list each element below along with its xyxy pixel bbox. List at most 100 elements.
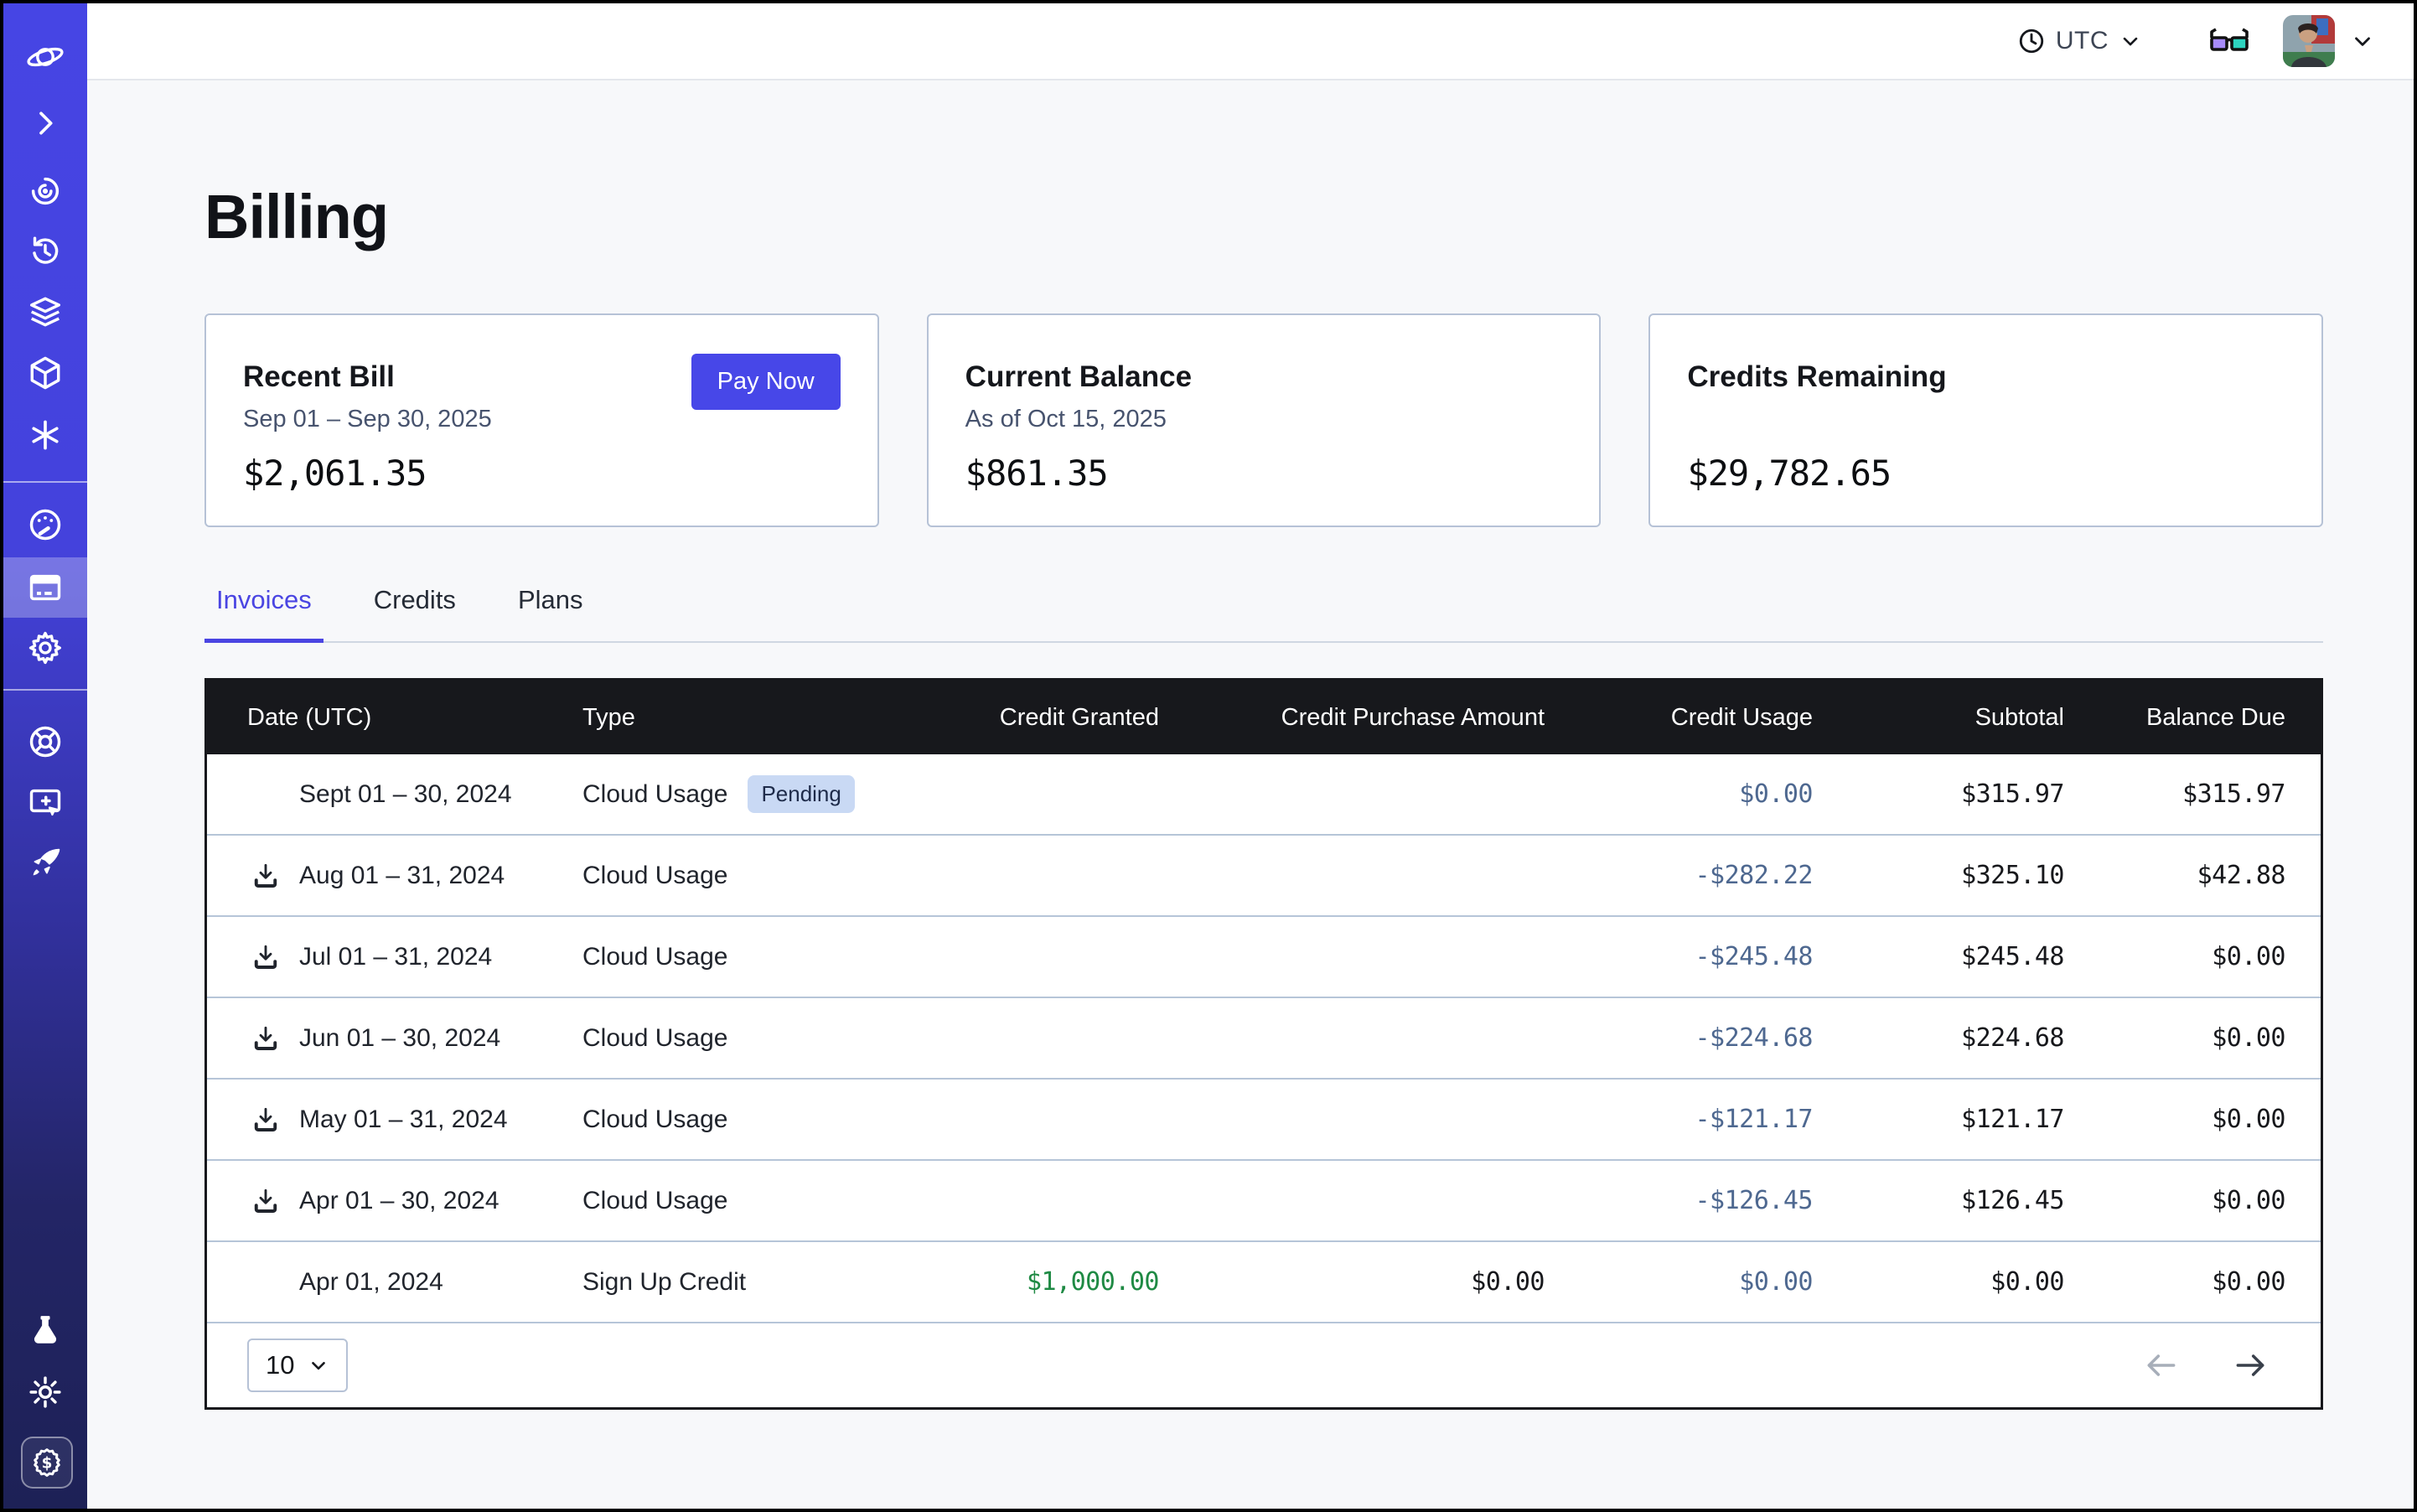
download-invoice-button[interactable] — [251, 1105, 281, 1135]
card-subtitle: Sep 01 – Sep 30, 2025 — [243, 406, 492, 433]
col-header-date: Date (UTC) — [247, 704, 582, 732]
prev-page-button[interactable] — [2143, 1347, 2180, 1384]
col-header-type: Type — [582, 704, 891, 732]
table-row[interactable]: Apr 01, 2024 Sign Up Credit $1,000.00 $0… — [207, 1240, 2321, 1322]
sidebar-item-support[interactable] — [3, 722, 87, 761]
invoice-type: Cloud Usage — [582, 943, 727, 971]
page-size-value: 10 — [266, 1350, 294, 1380]
balance-due-value: $0.00 — [2064, 1267, 2285, 1297]
col-header-credit-usage: Credit Usage — [1545, 704, 1813, 732]
pay-now-button[interactable]: Pay Now — [691, 354, 841, 410]
sidebar-item-settings[interactable] — [3, 629, 87, 667]
sidebar-item-asterisk[interactable] — [3, 416, 87, 454]
table-row[interactable]: May 01 – 31, 2024 Cloud Usage -$121.17 $… — [207, 1078, 2321, 1159]
sidebar-item-billing[interactable] — [3, 568, 87, 607]
billing-tabs: Invoices Credits Plans — [204, 580, 2323, 643]
col-header-credit-purchase: Credit Purchase Amount — [1159, 704, 1545, 732]
sidebar-item-cube[interactable] — [3, 354, 87, 392]
lifebuoy-icon — [26, 722, 65, 761]
card-subtitle: As of Oct 15, 2025 — [965, 406, 1167, 433]
sidebar-item-history[interactable] — [3, 232, 87, 271]
summary-cards: Recent Bill Sep 01 – Sep 30, 2025 $2,061… — [204, 313, 2323, 527]
invoices-table: Date (UTC) Type Credit Granted Credit Pu… — [204, 678, 2323, 1410]
subtotal-value: $126.45 — [1813, 1186, 2064, 1215]
screen-plus-icon — [26, 783, 65, 821]
glasses-icon — [2207, 27, 2251, 55]
card-title: Recent Bill — [243, 360, 395, 394]
sidebar-item-layers[interactable] — [3, 293, 87, 331]
credit-usage-value: -$282.22 — [1545, 861, 1813, 890]
tab-plans[interactable]: Plans — [506, 580, 595, 643]
subtotal-value: $0.00 — [1813, 1267, 2064, 1297]
balance-due-value: $42.88 — [2064, 861, 2285, 890]
download-slot — [247, 1023, 299, 1054]
galaxy-icon — [26, 172, 65, 210]
account-menu-button[interactable] — [2350, 28, 2375, 54]
table-row[interactable]: Apr 01 – 30, 2024 Cloud Usage -$126.45 $… — [207, 1159, 2321, 1240]
rocket-icon — [26, 844, 65, 883]
download-invoice-button[interactable] — [251, 861, 281, 891]
next-page-button[interactable] — [2232, 1347, 2269, 1384]
page-title: Billing — [204, 181, 388, 252]
invoice-type: Cloud Usage — [582, 1187, 727, 1215]
avatar[interactable] — [2283, 15, 2335, 67]
sidebar-item-usage[interactable] — [3, 505, 87, 544]
col-header-credit-granted: Credit Granted — [891, 704, 1159, 732]
sidebar-item-credits[interactable]: $ — [21, 1437, 73, 1489]
sidebar-item-logo[interactable] — [3, 38, 87, 76]
page-size-select[interactable]: 10 — [247, 1339, 348, 1392]
avatar-photo — [2283, 15, 2335, 67]
settings-gear-icon — [26, 629, 65, 667]
sidebar-item-labs[interactable] — [3, 1311, 87, 1349]
download-icon — [251, 1023, 281, 1054]
balance-due-value: $315.97 — [2064, 779, 2285, 809]
timezone-dropdown[interactable]: UTC — [2017, 27, 2142, 55]
sidebar-divider — [3, 689, 87, 691]
table-row[interactable]: Sept 01 – 30, 2024 Cloud Usage Pending $… — [207, 754, 2321, 834]
sidebar-item-theme[interactable] — [3, 1373, 87, 1411]
credit-granted-value: $1,000.00 — [891, 1267, 1159, 1297]
download-icon — [251, 942, 281, 972]
invoice-date: Apr 01, 2024 — [299, 1268, 443, 1297]
topbar: UTC — [87, 3, 2414, 80]
table-row[interactable]: Jul 01 – 31, 2024 Cloud Usage -$245.48 $… — [207, 915, 2321, 997]
download-invoice-button[interactable] — [251, 1023, 281, 1054]
sun-icon — [27, 1374, 64, 1411]
sidebar-item-collapse[interactable] — [3, 104, 87, 142]
credit-usage-value: -$126.45 — [1545, 1186, 1813, 1215]
invoice-date: May 01 – 31, 2024 — [299, 1106, 508, 1134]
credit-usage-value: -$245.48 — [1545, 942, 1813, 971]
clock-icon — [2017, 27, 2046, 55]
history-clock-icon — [26, 232, 65, 271]
card-amount: $2,061.35 — [243, 453, 427, 494]
tab-invoices[interactable]: Invoices — [204, 580, 323, 643]
invoice-type: Cloud Usage — [582, 862, 727, 890]
sidebar-item-new-screen[interactable] — [3, 783, 87, 821]
credit-usage-value: -$224.68 — [1545, 1023, 1813, 1053]
balance-due-value: $0.00 — [2064, 1105, 2285, 1134]
sidebar-item-galaxy[interactable] — [3, 172, 87, 210]
balance-due-value: $0.00 — [2064, 942, 2285, 971]
download-icon — [251, 1105, 281, 1135]
tab-credits[interactable]: Credits — [362, 580, 468, 643]
sidebar-item-launch[interactable] — [3, 844, 87, 883]
invoice-type: Cloud Usage — [582, 1024, 727, 1053]
download-invoice-button[interactable] — [251, 1186, 281, 1216]
chevron-down-icon — [2350, 28, 2375, 54]
download-slot — [247, 942, 299, 972]
arrow-right-icon — [2232, 1347, 2269, 1384]
svg-text:$: $ — [42, 1455, 53, 1473]
table-row[interactable]: Jun 01 – 30, 2024 Cloud Usage -$224.68 $… — [207, 997, 2321, 1078]
download-icon — [251, 1186, 281, 1216]
download-slot — [247, 1186, 299, 1216]
view-mode-button[interactable] — [2207, 27, 2251, 55]
table-row[interactable]: Aug 01 – 31, 2024 Cloud Usage -$282.22 $… — [207, 834, 2321, 915]
credit-usage-value: $0.00 — [1545, 1267, 1813, 1297]
chevron-right-icon — [28, 106, 62, 140]
subtotal-value: $121.17 — [1813, 1105, 2064, 1134]
credits-remaining-card: Credits Remaining $29,782.65 — [1648, 313, 2323, 527]
invoice-type: Sign Up Credit — [582, 1268, 746, 1297]
download-icon — [251, 861, 281, 891]
sidebar-divider — [3, 481, 87, 483]
download-invoice-button[interactable] — [251, 942, 281, 972]
